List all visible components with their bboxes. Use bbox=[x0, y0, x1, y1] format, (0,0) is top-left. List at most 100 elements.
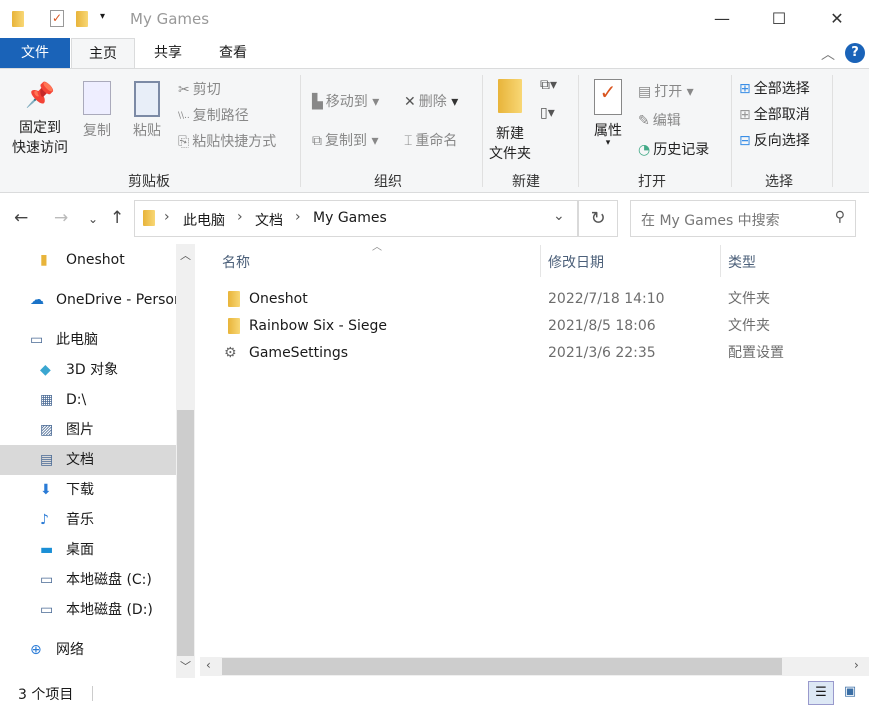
details-view-button[interactable]: ☰ bbox=[808, 681, 834, 705]
tab-view[interactable]: 查看 bbox=[205, 38, 261, 68]
recent-locations-button[interactable]: ⌄ bbox=[88, 212, 98, 226]
3d-objects-icon: ◆ bbox=[40, 362, 51, 378]
divider bbox=[540, 245, 541, 277]
folder-icon bbox=[12, 11, 24, 27]
group-label-select: 选择 bbox=[765, 174, 793, 190]
divider bbox=[720, 245, 721, 277]
column-header-type[interactable]: 类型 bbox=[728, 252, 756, 272]
file-row[interactable]: ⚙ GameSettings 2021/3/6 22:35 配置设置 bbox=[220, 340, 860, 367]
open-button[interactable]: ▤ 打开 ▾ bbox=[638, 81, 694, 101]
sidebar-item-label: 文档 bbox=[66, 452, 94, 468]
sidebar-item[interactable]: ⬇ 下载 bbox=[0, 475, 176, 505]
sidebar-item[interactable]: ▭ 此电脑 bbox=[0, 325, 176, 355]
sidebar-item-label: 网络 bbox=[56, 642, 84, 658]
paste-shortcut-button[interactable]: ⎘ 粘贴快捷方式 bbox=[178, 131, 276, 151]
sidebar-item[interactable]: ▭ 本地磁盘 (D:) bbox=[0, 595, 176, 625]
help-icon[interactable]: ? bbox=[845, 43, 865, 63]
customize-qat-icon[interactable]: ▾ bbox=[100, 11, 105, 22]
sidebar-item[interactable]: ▭ 本地磁盘 (C:) bbox=[0, 565, 176, 595]
paste-button[interactable]: 粘贴 bbox=[130, 81, 164, 140]
cut-button[interactable]: ✂ 剪切 bbox=[178, 79, 221, 99]
copy-path-icon: \\.. bbox=[178, 111, 190, 121]
invert-selection-button[interactable]: ⊟ 反向选择 bbox=[739, 130, 810, 150]
sidebar-item[interactable]: ▨ 图片 bbox=[0, 415, 176, 445]
sidebar-item-label: 音乐 bbox=[66, 512, 94, 528]
sidebar-item[interactable]: ☁ OneDrive - Personal bbox=[0, 285, 176, 315]
copy-to-button[interactable]: ⧉ 复制到 ▾ bbox=[312, 130, 378, 150]
title-bar: ✓ ▾ My Games — ☐ ✕ bbox=[0, 0, 869, 38]
sidebar-item-label: D:\ bbox=[66, 392, 87, 408]
rename-button[interactable]: ⌶ 重命名 bbox=[404, 130, 457, 150]
file-type: 文件夹 bbox=[728, 318, 770, 334]
copy-path-button[interactable]: \\.. 复制路径 bbox=[178, 105, 249, 125]
collapse-ribbon-icon[interactable]: ︿ bbox=[821, 44, 835, 64]
select-none-button[interactable]: ⊞ 全部取消 bbox=[739, 104, 810, 124]
file-row[interactable]: Rainbow Six - Siege 2021/8/5 18:06 文件夹 bbox=[220, 313, 860, 340]
breadcrumb-documents[interactable]: 文档 bbox=[255, 210, 283, 230]
new-folder-qat-icon[interactable] bbox=[76, 11, 88, 27]
horizontal-scrollbar[interactable]: ‹ › bbox=[200, 657, 869, 676]
horizontal-scrollbar-thumb[interactable] bbox=[222, 658, 782, 675]
large-icons-view-button[interactable]: ▣ bbox=[838, 681, 862, 705]
column-header-date[interactable]: 修改日期 bbox=[548, 252, 604, 272]
delete-button[interactable]: ✕ 删除 ▾ bbox=[404, 91, 458, 111]
column-header-name[interactable]: 名称 bbox=[222, 252, 250, 272]
sidebar-item-label: 下载 bbox=[66, 482, 94, 498]
sidebar-item[interactable]: ▬ 桌面 bbox=[0, 535, 176, 565]
invert-selection-icon: ⊟ bbox=[739, 133, 751, 149]
new-folder-button[interactable]: 新建 文件夹 bbox=[486, 79, 534, 163]
back-button[interactable]: ← bbox=[14, 208, 28, 228]
tab-share[interactable]: 共享 bbox=[140, 38, 196, 68]
divider bbox=[300, 75, 301, 187]
sidebar-item-label: 3D 对象 bbox=[66, 362, 119, 378]
rename-icon: ⌶ bbox=[404, 133, 413, 149]
minimize-button[interactable]: — bbox=[699, 0, 745, 38]
file-type: 文件夹 bbox=[728, 291, 770, 307]
navigation-pane: ▮ Oneshot ☁ OneDrive - Personal ▭ 此电脑 ◆ 3D 对象 ▦ D… bbox=[0, 244, 176, 680]
edit-button[interactable]: ✎ 编辑 bbox=[638, 110, 681, 130]
file-row[interactable]: Oneshot 2022/7/18 14:10 文件夹 bbox=[220, 286, 860, 313]
desktop-icon: ▬ bbox=[40, 542, 54, 558]
pin-quick-access-button[interactable]: 📌 固定到 快速访问 bbox=[10, 81, 70, 157]
sidebar-item[interactable]: ▤ 文档 bbox=[0, 445, 176, 475]
search-input[interactable]: 在 My Games 中搜索 ⚲ bbox=[630, 200, 856, 237]
drive-icon: ▭ bbox=[40, 602, 54, 618]
address-bar[interactable]: › 此电脑 › 文档 › My Games ⌄ bbox=[134, 200, 578, 237]
scissors-icon: ✂ bbox=[178, 82, 190, 98]
sidebar-item[interactable]: ▮ Oneshot bbox=[0, 245, 176, 275]
chevron-down-icon[interactable]: ⌄ bbox=[553, 208, 565, 224]
sidebar-scrollbar-thumb[interactable] bbox=[177, 410, 194, 656]
video-icon: ▦ bbox=[40, 392, 54, 408]
tab-home[interactable]: 主页 bbox=[71, 38, 135, 68]
network-icon: ⊕ bbox=[30, 642, 42, 658]
maximize-button[interactable]: ☐ bbox=[756, 0, 802, 38]
forward-button[interactable]: → bbox=[54, 208, 68, 228]
history-button[interactable]: ◔ 历史记录 bbox=[638, 139, 709, 159]
breadcrumb-this-pc[interactable]: 此电脑 bbox=[183, 210, 225, 230]
copy-button[interactable]: 复制 bbox=[80, 81, 114, 140]
properties-qat-icon[interactable]: ✓ bbox=[50, 10, 64, 27]
move-icon: ▙ bbox=[312, 94, 323, 110]
sidebar-item[interactable]: ⊕ 网络 bbox=[0, 635, 176, 665]
sidebar-item[interactable]: ◆ 3D 对象 bbox=[0, 355, 176, 385]
scroll-left-icon[interactable]: ‹ bbox=[206, 658, 211, 672]
sidebar-item[interactable]: ▦ D:\ bbox=[0, 385, 176, 415]
refresh-button[interactable]: ↻ bbox=[578, 200, 618, 237]
new-item-icon: ⧉▾ bbox=[540, 77, 558, 93]
move-to-button[interactable]: ▙ 移动到 ▾ bbox=[312, 91, 379, 111]
scroll-up-icon[interactable]: ︿ bbox=[180, 247, 191, 263]
shortcut-icon: ⎘ bbox=[178, 134, 190, 150]
new-item-button[interactable]: ⧉▾ bbox=[540, 77, 557, 93]
breadcrumb-my-games[interactable]: My Games bbox=[313, 210, 387, 226]
close-button[interactable]: ✕ bbox=[814, 0, 860, 38]
sidebar-item-label: 此电脑 bbox=[56, 332, 98, 348]
tab-file[interactable]: 文件 bbox=[0, 38, 70, 68]
scroll-down-icon[interactable]: ﹀ bbox=[180, 658, 191, 674]
up-button[interactable]: ↑ bbox=[110, 208, 124, 228]
select-none-icon: ⊞ bbox=[739, 107, 751, 123]
properties-button[interactable]: ✓ 属性 ▾ bbox=[590, 79, 626, 148]
sidebar-item[interactable]: ♪ 音乐 bbox=[0, 505, 176, 535]
easy-access-button[interactable]: ▯▾ bbox=[540, 105, 555, 121]
scroll-right-icon[interactable]: › bbox=[854, 658, 859, 672]
select-all-button[interactable]: ⊞ 全部选择 bbox=[739, 78, 810, 98]
